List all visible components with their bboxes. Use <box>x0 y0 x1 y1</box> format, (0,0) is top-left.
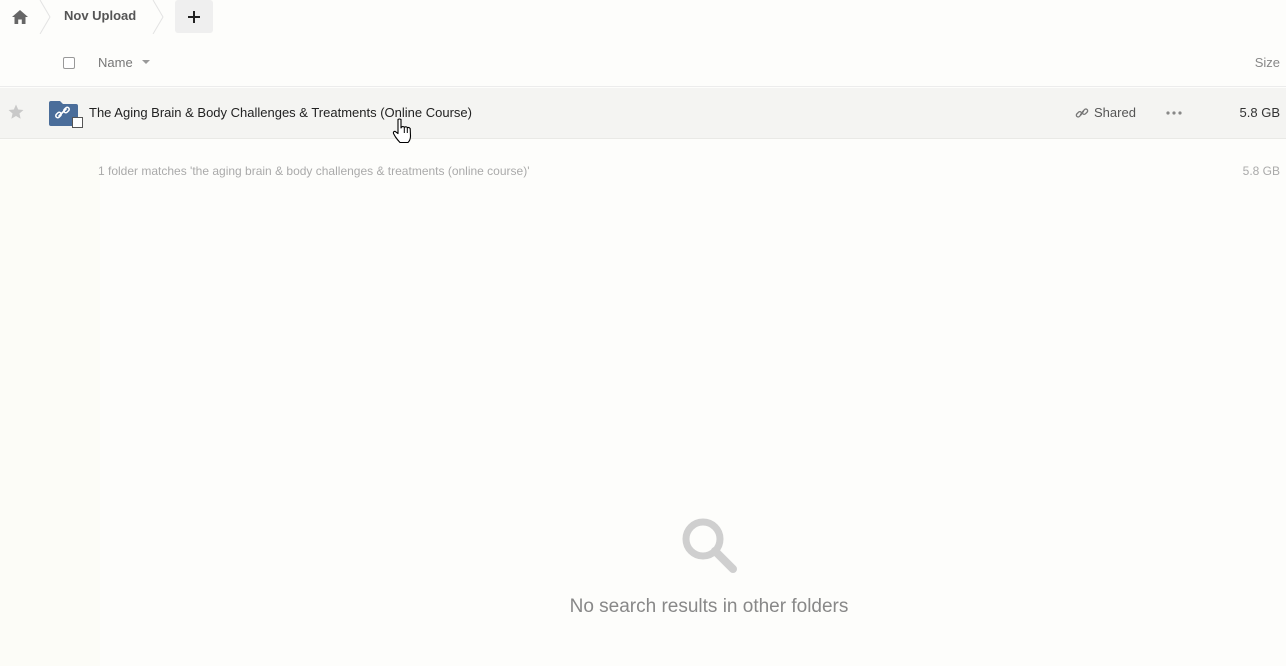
file-size: 5.8 GB <box>1239 105 1280 120</box>
shared-folder-icon[interactable] <box>48 100 84 128</box>
more-options-icon[interactable] <box>1165 105 1183 121</box>
file-list-header: Name Size <box>0 40 1286 87</box>
breadcrumb-separator <box>152 0 164 34</box>
empty-state-message: No search results in other folders <box>569 596 849 617</box>
breadcrumb-home[interactable] <box>0 0 40 34</box>
breadcrumb-separator <box>39 0 51 34</box>
column-header-name[interactable]: Name <box>98 55 133 70</box>
left-gutter <box>0 140 100 666</box>
plus-icon <box>188 10 200 23</box>
shared-label: Shared <box>1094 105 1136 120</box>
new-button[interactable] <box>175 0 213 33</box>
summary-size: 5.8 GB <box>1242 164 1280 178</box>
select-all-checkbox[interactable] <box>63 57 75 69</box>
link-icon <box>1075 107 1089 118</box>
file-name-link[interactable]: The Aging Brain & Body Challenges & Trea… <box>89 105 472 120</box>
column-header-size[interactable]: Size <box>1255 55 1280 70</box>
shared-link-button[interactable]: Shared <box>1075 105 1136 120</box>
search-summary: 1 folder matches 'the aging brain & body… <box>98 164 530 178</box>
breadcrumb-item-current[interactable]: Nov Upload <box>64 8 136 23</box>
breadcrumb: Nov Upload <box>0 0 1286 34</box>
favorite-star-icon[interactable] <box>7 103 25 126</box>
search-icon <box>682 518 737 573</box>
file-row[interactable]: The Aging Brain & Body Challenges & Trea… <box>0 88 1286 139</box>
home-icon <box>12 10 28 24</box>
sort-caret-icon[interactable] <box>142 60 150 64</box>
